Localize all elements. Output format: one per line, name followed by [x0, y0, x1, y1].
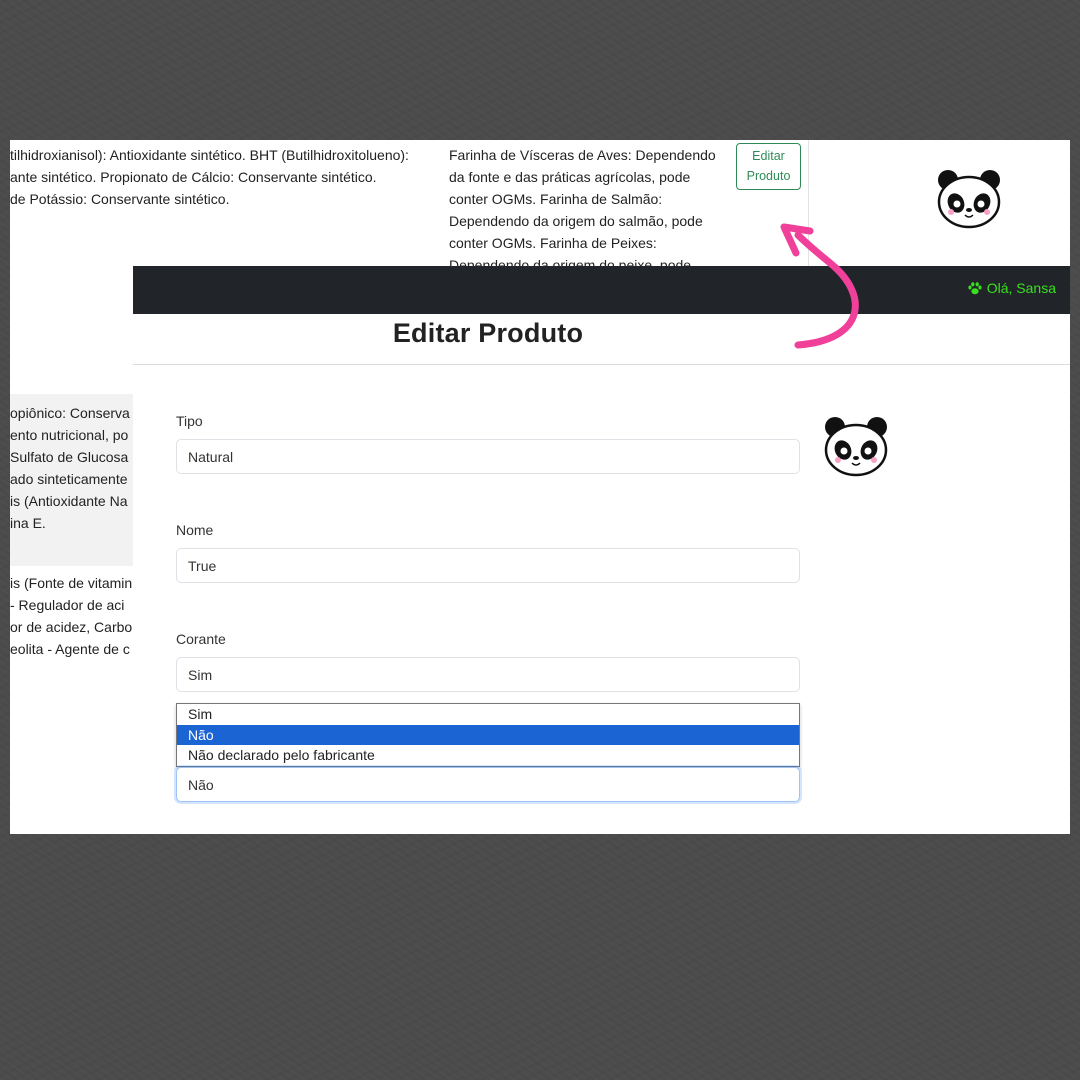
ingredients-line: de Potássio: Conservante sintético.: [10, 191, 230, 207]
strip-line: ento nutricional, po: [10, 427, 129, 443]
strip-line: ado sinteticamente: [10, 471, 128, 487]
dropdown-option-nao-declarado[interactable]: Não declarado pelo fabricante: [177, 745, 799, 766]
left-table-fragment: opiônico: Conserva ento nutricional, po …: [10, 266, 133, 834]
pink-curved-arrow-icon: [780, 223, 859, 349]
strip-line: is (Fonte de vitamin: [10, 575, 133, 591]
dropdown-option-nao[interactable]: Não: [177, 724, 799, 745]
panda-icon: [937, 170, 1001, 229]
strip-line: is (Antioxidante Na: [10, 493, 128, 509]
corante-label: Corante: [176, 631, 226, 647]
edit-button-line2: Produto: [746, 169, 791, 183]
edit-form-screenshot: opiônico: Conserva ento nutricional, po …: [10, 266, 1070, 834]
ogm-line: da fonte e das práticas agrícolas, pode: [449, 169, 691, 185]
strip-line: ina E.: [10, 515, 46, 531]
ogm-line: Dependendo da origem do salmão, pode: [449, 213, 703, 229]
ogm-line: conter OGMs. Farinha de Peixes:: [449, 235, 657, 251]
active-select[interactable]: Não: [176, 767, 800, 802]
edit-button-line1: Editar: [752, 149, 785, 163]
user-greeting-link[interactable]: Olá, Sansa: [968, 280, 1056, 296]
dropdown-option-sim[interactable]: Sim: [177, 704, 799, 725]
title-divider: [133, 364, 1070, 365]
nome-label: Nome: [176, 522, 214, 538]
ingredients-cell: tilhidroxianisol): Antioxidante sintétic…: [10, 144, 440, 210]
paw-icon: [968, 281, 982, 294]
product-table-screenshot: tilhidroxianisol): Antioxidante sintétic…: [10, 140, 1070, 266]
strip-line: eolita - Agente de c: [10, 641, 130, 657]
page-title: Editar Produto: [392, 318, 584, 348]
ogm-line: Farinha de Vísceras de Aves: Dependendo: [449, 147, 716, 163]
corante-select[interactable]: Sim: [176, 657, 800, 692]
ingredients-line: tilhidroxianisol): Antioxidante sintétic…: [10, 147, 409, 163]
left-strip-block-b: is (Fonte de vitamin - Regulador de aci …: [10, 572, 133, 660]
ogm-line: Dependendo da origem do peixe, pode: [449, 257, 692, 266]
edit-product-button[interactable]: Editar Produto: [736, 143, 801, 190]
tipo-label: Tipo: [176, 413, 203, 429]
tipo-select[interactable]: Natural: [176, 439, 800, 474]
strip-line: or de acidez, Carbo: [10, 619, 133, 635]
strip-line: Sulfato de Glucosa: [10, 449, 129, 465]
strip-line: - Regulador de aci: [10, 597, 125, 613]
select-dropdown-list: Sim Não Não declarado pelo fabricante: [176, 703, 800, 767]
navbar: Olá, Sansa: [133, 266, 1070, 314]
ingredients-line: ante sintético. Propionato de Cálcio: Co…: [10, 169, 377, 185]
nome-input[interactable]: True: [176, 548, 800, 583]
panda-icon: [824, 417, 888, 477]
greeting-text: Olá, Sansa: [986, 280, 1056, 296]
ogm-line: conter OGMs. Farinha de Salmão:: [449, 191, 663, 207]
ogm-cell: Farinha de Vísceras de Aves: Dependendo …: [449, 144, 739, 266]
left-strip-block-a: opiônico: Conserva ento nutricional, po …: [10, 402, 133, 534]
strip-line: opiônico: Conserva: [10, 405, 130, 421]
